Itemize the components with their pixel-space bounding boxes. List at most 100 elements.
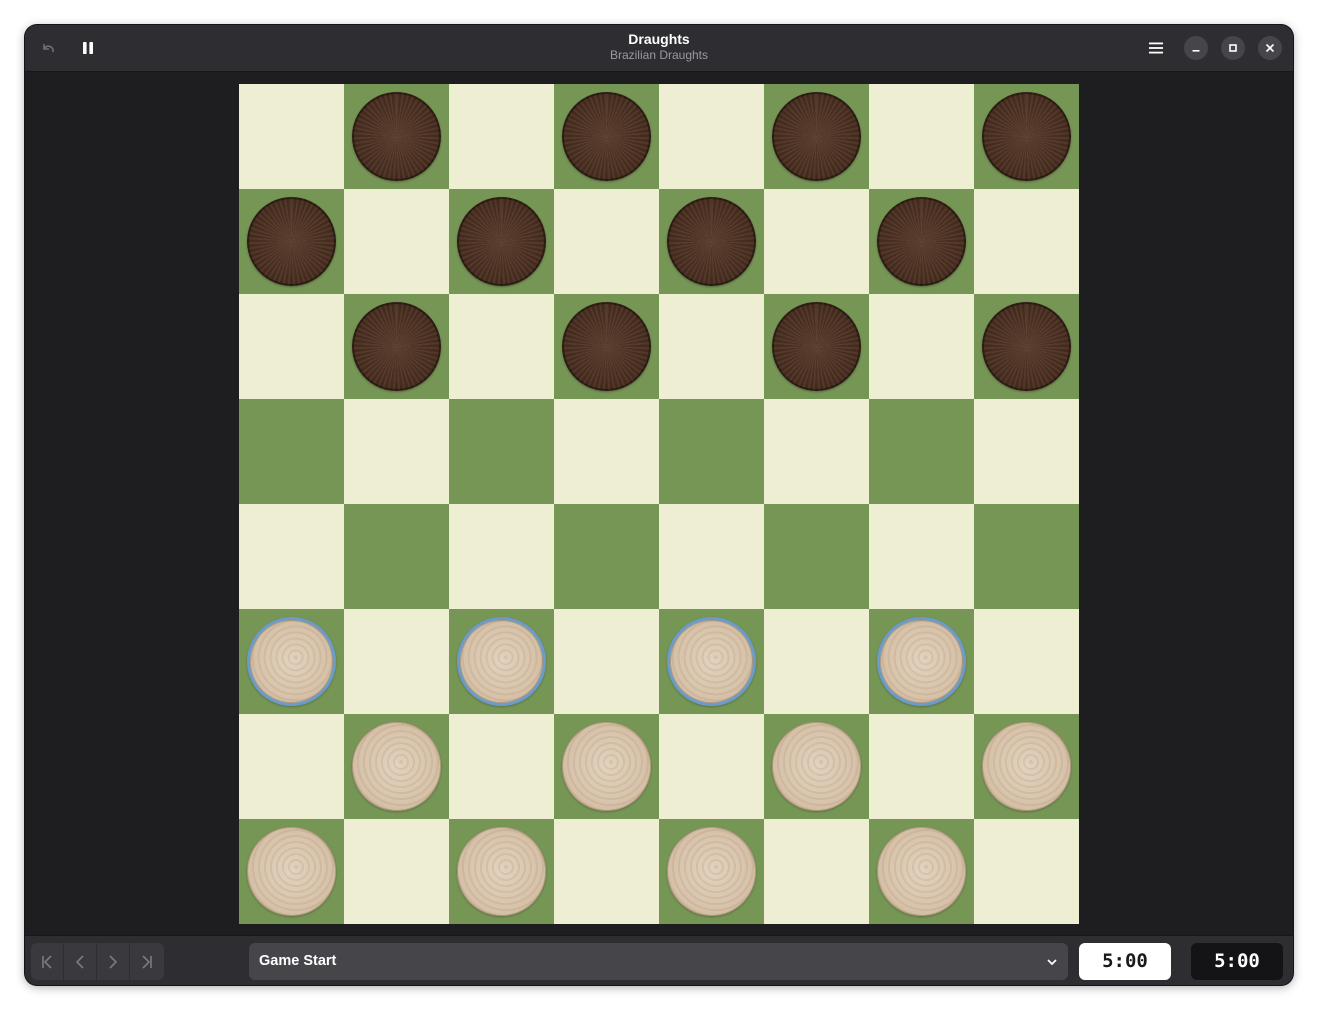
- maximize-icon: [1229, 44, 1237, 52]
- black-piece[interactable]: [457, 197, 546, 286]
- board-square[interactable]: [449, 189, 554, 294]
- board-square[interactable]: [554, 714, 659, 819]
- black-piece[interactable]: [352, 92, 441, 181]
- board-square[interactable]: [974, 189, 1079, 294]
- board-square[interactable]: [239, 819, 344, 924]
- board-square[interactable]: [239, 714, 344, 819]
- board-square[interactable]: [974, 294, 1079, 399]
- board-square[interactable]: [659, 609, 764, 714]
- board-square[interactable]: [869, 189, 974, 294]
- board-square[interactable]: [659, 819, 764, 924]
- board-square[interactable]: [344, 189, 449, 294]
- white-piece[interactable]: [247, 617, 336, 706]
- board-square[interactable]: [449, 294, 554, 399]
- white-piece[interactable]: [772, 722, 861, 811]
- board-square[interactable]: [974, 399, 1079, 504]
- board-square[interactable]: [344, 819, 449, 924]
- main-menu-button[interactable]: [1142, 34, 1170, 62]
- black-piece[interactable]: [562, 302, 651, 391]
- board-square[interactable]: [239, 399, 344, 504]
- board-square[interactable]: [344, 294, 449, 399]
- board-square[interactable]: [554, 819, 659, 924]
- white-piece[interactable]: [247, 827, 336, 916]
- black-piece[interactable]: [877, 197, 966, 286]
- black-piece[interactable]: [562, 92, 651, 181]
- board-square[interactable]: [764, 819, 869, 924]
- board-square[interactable]: [659, 84, 764, 189]
- white-piece[interactable]: [457, 617, 546, 706]
- board-square[interactable]: [869, 294, 974, 399]
- board-square[interactable]: [764, 399, 869, 504]
- board-square[interactable]: [554, 189, 659, 294]
- bottom-bar: Game Start 5:00 5:00: [25, 935, 1293, 985]
- board-square[interactable]: [764, 714, 869, 819]
- board-square[interactable]: [449, 714, 554, 819]
- board-square[interactable]: [659, 504, 764, 609]
- board-square[interactable]: [764, 84, 869, 189]
- board-square[interactable]: [344, 714, 449, 819]
- board-square[interactable]: [239, 609, 344, 714]
- board-square[interactable]: [239, 294, 344, 399]
- board-square[interactable]: [554, 504, 659, 609]
- board-square[interactable]: [869, 819, 974, 924]
- board-square[interactable]: [659, 714, 764, 819]
- board-square[interactable]: [869, 84, 974, 189]
- board-square[interactable]: [449, 399, 554, 504]
- board-square[interactable]: [869, 714, 974, 819]
- board-square[interactable]: [869, 609, 974, 714]
- board-square[interactable]: [554, 609, 659, 714]
- close-button[interactable]: [1258, 36, 1282, 60]
- board-square[interactable]: [449, 819, 554, 924]
- board-square[interactable]: [764, 504, 869, 609]
- white-piece[interactable]: [457, 827, 546, 916]
- board-square[interactable]: [344, 609, 449, 714]
- first-move-button[interactable]: [31, 943, 64, 980]
- board-square[interactable]: [974, 819, 1079, 924]
- board-square[interactable]: [344, 399, 449, 504]
- board-square[interactable]: [554, 399, 659, 504]
- board-square[interactable]: [239, 504, 344, 609]
- board-square[interactable]: [764, 294, 869, 399]
- maximize-button[interactable]: [1221, 36, 1245, 60]
- board-square[interactable]: [974, 609, 1079, 714]
- board-square[interactable]: [554, 84, 659, 189]
- white-piece[interactable]: [982, 722, 1071, 811]
- board-square[interactable]: [449, 609, 554, 714]
- board-square[interactable]: [974, 84, 1079, 189]
- last-move-button[interactable]: [130, 943, 163, 980]
- board-square[interactable]: [659, 294, 764, 399]
- board-square[interactable]: [974, 714, 1079, 819]
- board-square[interactable]: [659, 399, 764, 504]
- board-square[interactable]: [344, 84, 449, 189]
- white-piece[interactable]: [667, 617, 756, 706]
- board-square[interactable]: [764, 609, 869, 714]
- black-piece[interactable]: [352, 302, 441, 391]
- white-piece[interactable]: [667, 827, 756, 916]
- black-piece[interactable]: [247, 197, 336, 286]
- next-move-button[interactable]: [97, 943, 130, 980]
- board-square[interactable]: [344, 504, 449, 609]
- previous-move-button[interactable]: [64, 943, 97, 980]
- black-piece[interactable]: [772, 92, 861, 181]
- white-piece[interactable]: [877, 827, 966, 916]
- black-piece[interactable]: [982, 302, 1071, 391]
- board-square[interactable]: [239, 189, 344, 294]
- white-piece[interactable]: [352, 722, 441, 811]
- board-square[interactable]: [239, 84, 344, 189]
- black-piece[interactable]: [982, 92, 1071, 181]
- board-square[interactable]: [974, 504, 1079, 609]
- minimize-button[interactable]: [1184, 36, 1208, 60]
- board-square[interactable]: [764, 189, 869, 294]
- black-piece[interactable]: [772, 302, 861, 391]
- previous-move-icon: [75, 954, 84, 969]
- board-square[interactable]: [869, 504, 974, 609]
- black-piece[interactable]: [667, 197, 756, 286]
- board-square[interactable]: [659, 189, 764, 294]
- move-history-dropdown[interactable]: Game Start: [249, 943, 1068, 980]
- board-square[interactable]: [869, 399, 974, 504]
- white-piece[interactable]: [562, 722, 651, 811]
- board-square[interactable]: [554, 294, 659, 399]
- board-square[interactable]: [449, 84, 554, 189]
- board-square[interactable]: [449, 504, 554, 609]
- white-piece[interactable]: [877, 617, 966, 706]
